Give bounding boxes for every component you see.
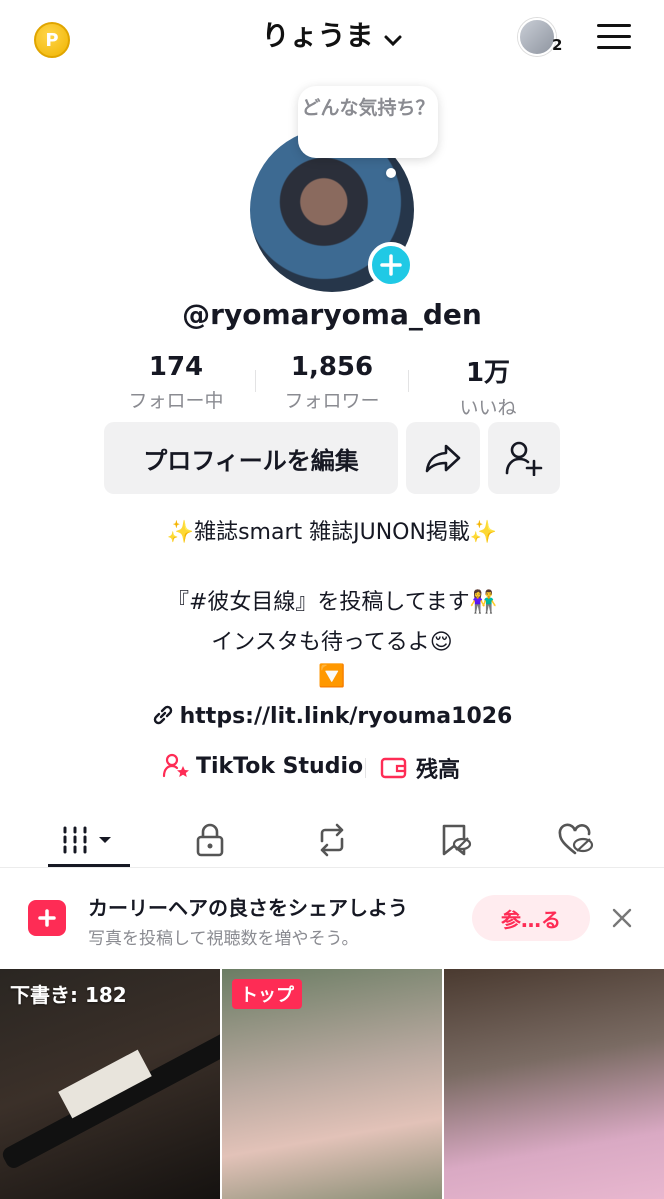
plus-icon [380, 254, 402, 276]
stat-label: いいね [459, 397, 517, 419]
draft-count: 下書き: 182 [10, 983, 127, 1007]
stat-likes[interactable]: 1万 いいね [408, 352, 568, 420]
stat-label: フォロワー [284, 390, 380, 412]
mood-bubble[interactable]: どんな気持ち？ [298, 86, 438, 158]
active-tab-indicator [48, 864, 130, 867]
edit-profile-button[interactable]: プロフィールを編集 [104, 422, 398, 494]
balance-label: 残高 [416, 758, 461, 783]
video-thumbnail[interactable]: トップ [222, 969, 442, 1199]
link-icon [153, 705, 172, 725]
menu-icon[interactable] [597, 24, 631, 52]
video-grid: 下書き: 182 トップ [0, 969, 664, 1199]
draft-thumbnail[interactable]: 下書き: 182 [0, 969, 220, 1199]
content-tabs [0, 810, 664, 868]
bio-line: 🔽 [318, 664, 346, 689]
bio-link[interactable]: https://lit.link/ryouma1026 [0, 704, 664, 729]
account-switcher[interactable]: りょうま [0, 14, 664, 54]
bio-line: インスタも待ってるよ😌 [211, 630, 453, 655]
stat-value: 1万 [465, 358, 511, 388]
account-name: りょうま [261, 19, 374, 52]
close-icon[interactable] [610, 906, 634, 930]
liked-icon [558, 823, 594, 855]
lock-icon [196, 823, 224, 857]
top-bar: P りょうま 2 [0, 0, 664, 80]
bubble-tail [386, 168, 396, 178]
wallet-icon [380, 757, 407, 779]
share-profile-button[interactable] [406, 422, 480, 494]
bio-line: ✨雑誌smart 雑誌JUNON掲載✨ [166, 520, 498, 545]
banner-title: カーリーヘアの良さをシェアしよう [88, 896, 408, 920]
stat-value: 1,856 [290, 352, 374, 382]
share-icon [425, 444, 461, 473]
stat-followers[interactable]: 1,856 フォロワー [252, 352, 412, 413]
chevron-down-icon [384, 35, 402, 46]
bio-link-text: https://lit.link/ryouma1026 [179, 704, 513, 729]
username: @ryomaryoma_den [182, 298, 482, 331]
studio-label: TikTok Studio [196, 753, 364, 779]
notification-count: 2 [552, 36, 563, 54]
stat-following[interactable]: 174 フォロー中 [96, 352, 256, 413]
bio-line: 『#彼女目線』を投稿してます👫 [166, 590, 498, 615]
tab-private[interactable] [180, 818, 240, 862]
add-user-icon [505, 441, 543, 476]
video-thumbnail[interactable] [444, 969, 664, 1199]
balance-link[interactable]: 残高 [380, 752, 460, 784]
banner-join-button[interactable]: 参…る [472, 895, 590, 941]
camera-plus-icon [28, 900, 66, 936]
add-story-button[interactable] [368, 242, 414, 288]
divider [365, 758, 366, 778]
grid-icon [63, 826, 111, 854]
add-friend-button[interactable] [488, 422, 560, 494]
tab-videos[interactable] [58, 818, 118, 862]
tab-reposts[interactable] [302, 818, 362, 862]
banner-subtitle: 写真を投稿して視聴数を増やそう。 [88, 929, 359, 949]
repost-icon [320, 823, 344, 857]
bookmark-icon [442, 824, 472, 856]
pinned-badge: トップ [232, 979, 302, 1009]
pen-image [0, 1029, 220, 1171]
suggestion-banner: カーリーヘアの良さをシェアしよう 写真を投稿して視聴数を増やそう。 参…る [0, 870, 664, 968]
creator-tools: TikTok Studio 残高 [0, 752, 664, 784]
account-avatar-mini[interactable] [518, 18, 556, 56]
studio-icon [162, 753, 189, 778]
stats-row: 174 フォロー中 1,856 フォロワー 1万 いいね [0, 352, 664, 419]
tab-liked[interactable] [546, 818, 606, 862]
tab-favorites[interactable] [426, 818, 486, 862]
tiktok-studio-link[interactable]: TikTok Studio [162, 752, 363, 780]
stat-value: 174 [148, 352, 204, 382]
stat-label: フォロー中 [128, 390, 224, 412]
